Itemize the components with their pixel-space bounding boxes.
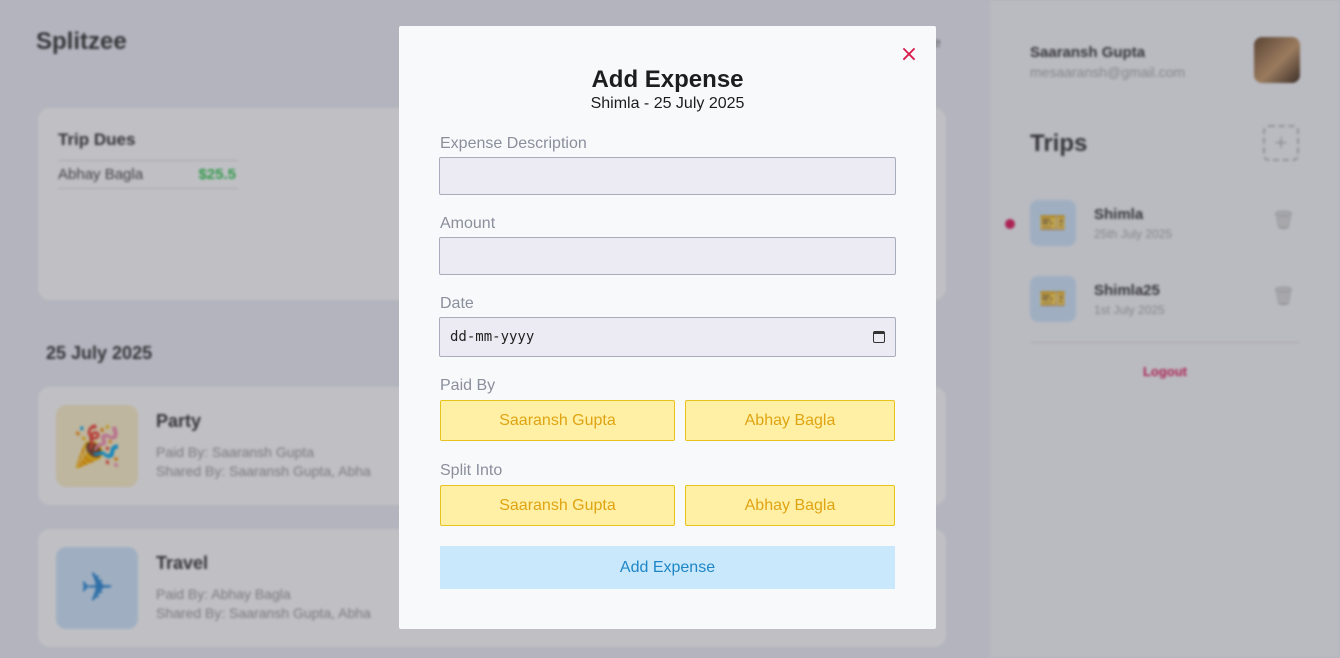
modal-title: Add Expense (591, 66, 744, 93)
modal-subtitle: Shimla - 25 July 2025 (590, 95, 745, 112)
amount-input[interactable] (439, 237, 896, 275)
date-placeholder: dd-mm-yyyy (450, 329, 535, 345)
description-label: Expense Description (440, 135, 587, 152)
paid-by-label: Paid By (440, 377, 496, 394)
amount-label: Amount (440, 215, 496, 232)
split-option-abhay[interactable]: Abhay Bagla (685, 485, 895, 526)
add-expense-button[interactable]: Add Expense (440, 546, 895, 589)
calendar-icon[interactable] (873, 331, 885, 343)
close-icon[interactable]: × (899, 42, 919, 67)
add-expense-modal: × Add Expense Shimla - 25 July 2025 Expe… (399, 26, 936, 629)
split-into-label: Split Into (440, 462, 503, 479)
description-input[interactable] (439, 157, 896, 195)
split-option-saaransh[interactable]: Saaransh Gupta (440, 485, 675, 526)
paid-by-option-saaransh[interactable]: Saaransh Gupta (440, 400, 675, 441)
paid-by-option-abhay[interactable]: Abhay Bagla (685, 400, 895, 441)
date-input[interactable]: dd-mm-yyyy (439, 317, 896, 357)
date-label: Date (440, 295, 474, 312)
